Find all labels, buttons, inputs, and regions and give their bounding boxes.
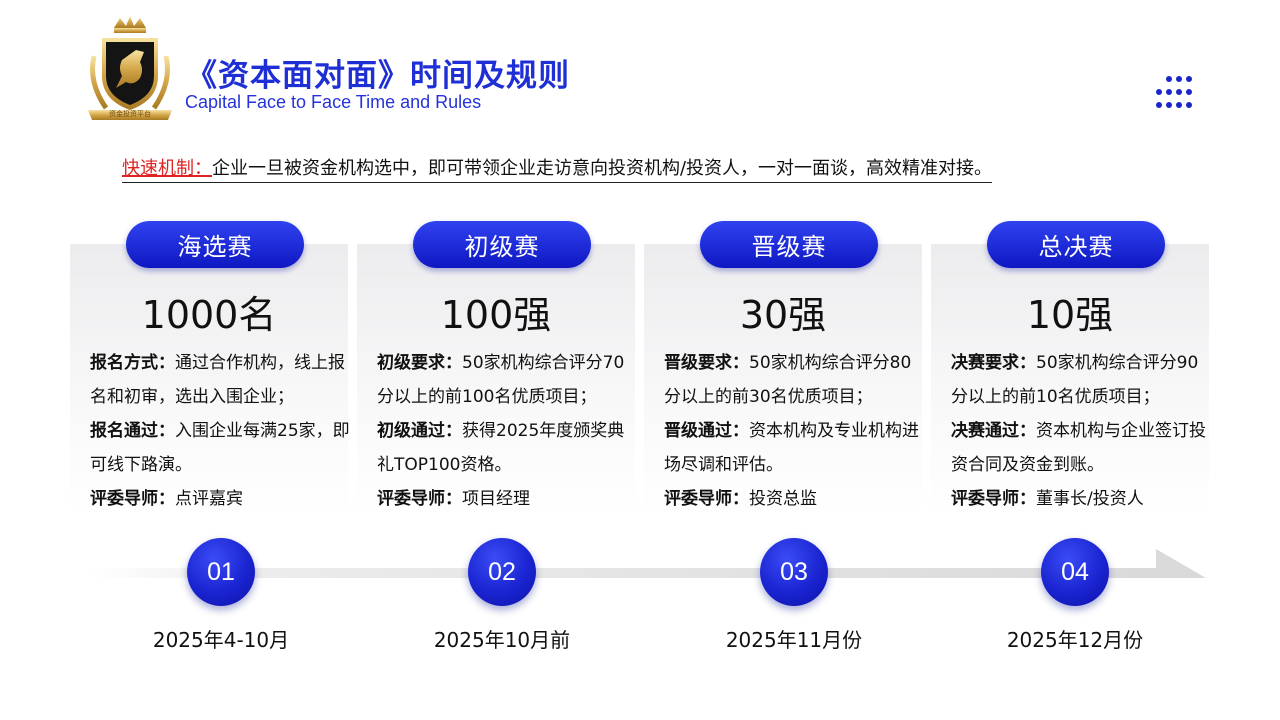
stage-rule-label: 初级要求： [377,353,462,373]
stage-rule: 评委导师：点评嘉宾 [90,482,352,516]
page-title: 《资本面对面》时间及规则 [186,58,570,94]
stage-rule-label: 决赛要求： [951,353,1036,373]
stage-rule-text: 项目经理 [462,489,530,509]
timeline-step-number: 02 [468,538,536,606]
timeline-step-number: 01 [187,538,255,606]
stage-name-pill: 总决赛 [987,221,1165,268]
stage-rule: 晋级要求：50家机构综合评分80分以上的前30名优质项目； [664,346,926,414]
stage-description: 初级要求：50家机构综合评分70分以上的前100名优质项目； 初级通过：获得202… [377,346,639,516]
intro-line: 快速机制：企业一旦被资金机构选中，即可带领企业走访意向投资机构/投资人，一对一面… [122,154,993,183]
stage-count: 100强 [440,293,552,337]
stage-name-pill: 初级赛 [413,221,591,268]
timeline-step-date: 2025年4-10月 [152,628,290,652]
stage-name-pill: 海选赛 [126,221,304,268]
stage-rule: 评委导师：项目经理 [377,482,639,516]
stage-rule-label: 报名方式： [90,353,175,373]
page-subtitle: Capital Face to Face Time and Rules [185,92,482,112]
stage-rule: 报名方式：通过合作机构，线上报名和初审，选出入围企业； [90,346,352,414]
stage-rule: 评委导师：董事长/投资人 [951,482,1213,516]
timeline-step-date: 2025年10月前 [433,628,571,652]
logo-ribbon-text: 资金投资平台 [109,110,151,118]
stage-rule: 初级通过：获得2025年度颁奖典礼TOP100资格。 [377,414,639,482]
stage-rule-label: 晋级通过： [664,421,749,441]
stage-rule-label: 晋级要求： [664,353,749,373]
stage-description: 晋级要求：50家机构综合评分80分以上的前30名优质项目； 晋级通过：资本机构及专… [664,346,926,516]
timeline-step-number: 04 [1041,538,1109,606]
stage-rule-label: 初级通过： [377,421,462,441]
brand-logo: 资金投资平台 [84,16,176,124]
stage-count: 10强 [1026,293,1114,337]
stage-rule-text: 点评嘉宾 [175,489,243,509]
stage-rule: 报名通过：入围企业每满25家，即可线下路演。 [90,414,352,482]
stage-rule-text: 投资总监 [749,489,817,509]
stage-description: 决赛要求：50家机构综合评分90分以上的前10名优质项目； 决赛通过：资本机构与企… [951,346,1213,516]
stage-rule-label: 评委导师： [377,489,462,509]
stage-count: 30强 [739,293,827,337]
stage-rule-text: 董事长/投资人 [1036,489,1144,509]
intro-text: 企业一旦被资金机构选中，即可带领企业走访意向投资机构/投资人，一对一面谈，高效精… [212,158,993,179]
stage-rule: 初级要求：50家机构综合评分70分以上的前100名优质项目； [377,346,639,414]
stage-count: 1000名 [141,293,277,337]
stage-rule-label: 评委导师： [664,489,749,509]
menu-dots-icon[interactable] [1156,76,1192,110]
stage-description: 报名方式：通过合作机构，线上报名和初审，选出入围企业； 报名通过：入围企业每满25… [90,346,352,516]
timeline-step-date: 2025年12月份 [1006,628,1144,652]
stage-rule: 晋级通过：资本机构及专业机构进场尽调和评估。 [664,414,926,482]
stage-rule: 评委导师：投资总监 [664,482,926,516]
intro-label: 快速机制： [122,158,212,179]
stage-rule-label: 报名通过： [90,421,175,441]
stage-rule: 决赛要求：50家机构综合评分90分以上的前10名优质项目； [951,346,1213,414]
timeline-step-number: 03 [760,538,828,606]
stage-rule-label: 决赛通过： [951,421,1036,441]
timeline-step-date: 2025年11月份 [725,628,863,652]
stage-rule: 决赛通过：资本机构与企业签订投资合同及资金到账。 [951,414,1213,482]
stage-rule-label: 评委导师： [951,489,1036,509]
stage-rule-label: 评委导师： [90,489,175,509]
stage-name-pill: 晋级赛 [700,221,878,268]
